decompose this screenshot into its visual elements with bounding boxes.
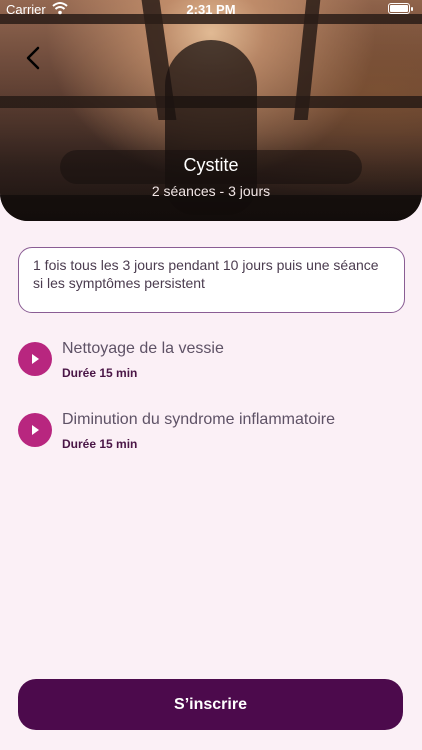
battery-icon	[388, 3, 413, 14]
clock: 2:31 PM	[186, 2, 236, 17]
back-chevron-icon[interactable]	[20, 44, 48, 72]
play-icon[interactable]	[18, 342, 52, 376]
program-title: Cystite	[183, 155, 239, 175]
session-name: Diminution du syndrome inflammatoire	[62, 411, 335, 428]
subscribe-button[interactable]: S’inscrire	[18, 679, 403, 730]
program-subtitle: 2 séances - 3 jours	[151, 183, 271, 199]
status-bar: Carrier 2:31 PM	[0, 0, 422, 20]
session-duration: Durée 15 min	[62, 437, 138, 451]
session-duration: Durée 15 min	[62, 366, 138, 380]
session-name: Nettoyage de la vessie	[62, 340, 224, 357]
session-item[interactable]: Diminution du syndrome inflammatoire Dur…	[18, 411, 408, 457]
schedule-note: 1 fois tous les 3 jours pendant 10 jours…	[18, 247, 405, 313]
session-item[interactable]: Nettoyage de la vessie Durée 15 min	[18, 340, 408, 386]
play-icon[interactable]	[18, 413, 52, 447]
